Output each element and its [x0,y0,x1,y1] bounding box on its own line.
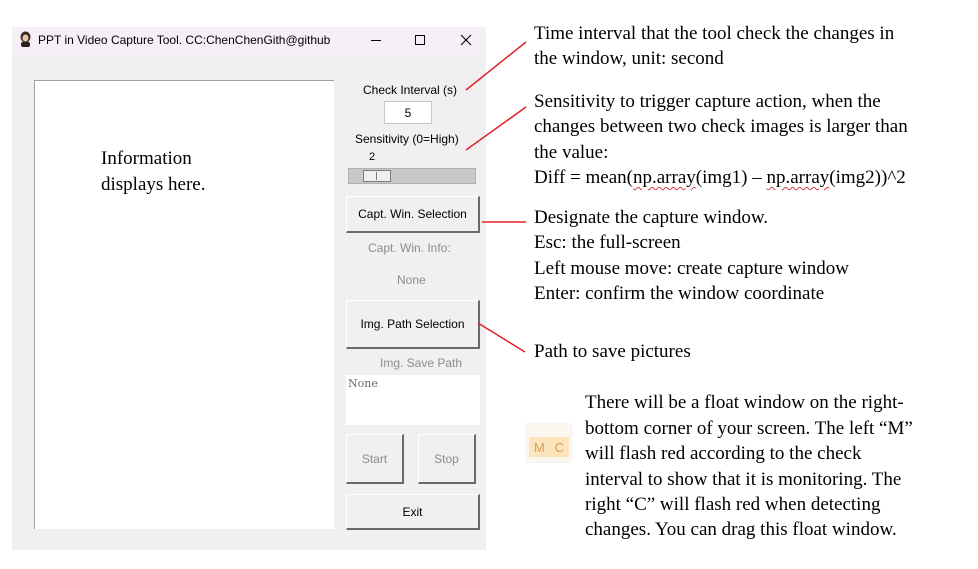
capture-note-line4: Enter: confirm the window coordinate [534,283,825,304]
capture-window-selection-button[interactable]: Capt. Win. Selection [346,196,480,233]
path-note-line1: Path to save pictures [534,341,691,362]
close-button[interactable] [444,27,488,53]
window-title: PPT in Video Capture Tool. CC:ChenChenGi… [38,33,331,47]
change-indicator-c: C [554,439,565,455]
sensitivity-note-line2: changes between two check images is larg… [534,116,908,137]
sensitivity-slider[interactable] [348,168,476,184]
sensitivity-note-line1: Sensitivity to trigger capture action, w… [534,91,881,112]
maximize-icon [415,35,425,45]
float-note-line5: right “C” will flash red when detecting [585,494,881,515]
title-bar[interactable]: PPT in Video Capture Tool. CC:ChenChenGi… [12,27,486,53]
float-note-line3: will flash red according to the check [585,443,862,464]
exit-button[interactable]: Exit [346,494,480,530]
minimize-icon [371,40,381,41]
maximize-button[interactable] [398,27,442,53]
monitor-indicator-m: M [533,439,545,455]
info-panel-text-line1: Information [101,148,192,169]
avatar-icon [18,31,33,47]
sensitivity-note-line3: the value: [534,142,609,163]
interval-note-line1: Time interval that the tool check the ch… [534,23,895,44]
capture-note-line1: Designate the capture window. [534,207,769,228]
sensitivity-formula: Diff = mean(np.array(img1) – np.array(im… [534,167,906,188]
image-save-path-label: Img. Save Path [380,356,463,370]
float-note-line1: There will be a float window on the righ… [585,392,904,413]
float-note-line6: changes. You can drag this float window. [585,519,897,540]
image-save-path-field[interactable]: None [346,375,480,425]
capture-note-line2: Esc: the full-screen [534,232,681,253]
capture-window-info-value: None [397,273,426,287]
capture-window-info-label: Capt. Win. Info: [368,241,451,255]
float-note-line2: bottom corner of your screen. The left “… [585,418,913,439]
float-note-line4: interval to show that it is monitoring. … [585,469,902,490]
sensitivity-label: Sensitivity (0=High) [355,132,459,146]
interval-note-line2: the window, unit: second [534,48,724,69]
close-icon [460,34,472,46]
image-path-selection-button[interactable]: Img. Path Selection [346,300,480,349]
stop-button[interactable]: Stop [418,434,476,484]
check-interval-label: Check Interval (s) [363,83,458,97]
app-window: PPT in Video Capture Tool. CC:ChenChenGi… [12,27,486,550]
capture-note-line3: Left mouse move: create capture window [534,258,849,279]
float-window-preview[interactable]: M C [527,424,571,462]
start-button[interactable]: Start [346,434,404,484]
float-window-indicator: M C [529,437,569,457]
minimize-button[interactable] [354,27,398,53]
sensitivity-slider-thumb[interactable] [363,170,391,182]
check-interval-input[interactable]: 5 [384,101,432,124]
sensitivity-value: 2 [369,151,376,163]
info-panel-text-line2: displays here. [101,174,206,195]
